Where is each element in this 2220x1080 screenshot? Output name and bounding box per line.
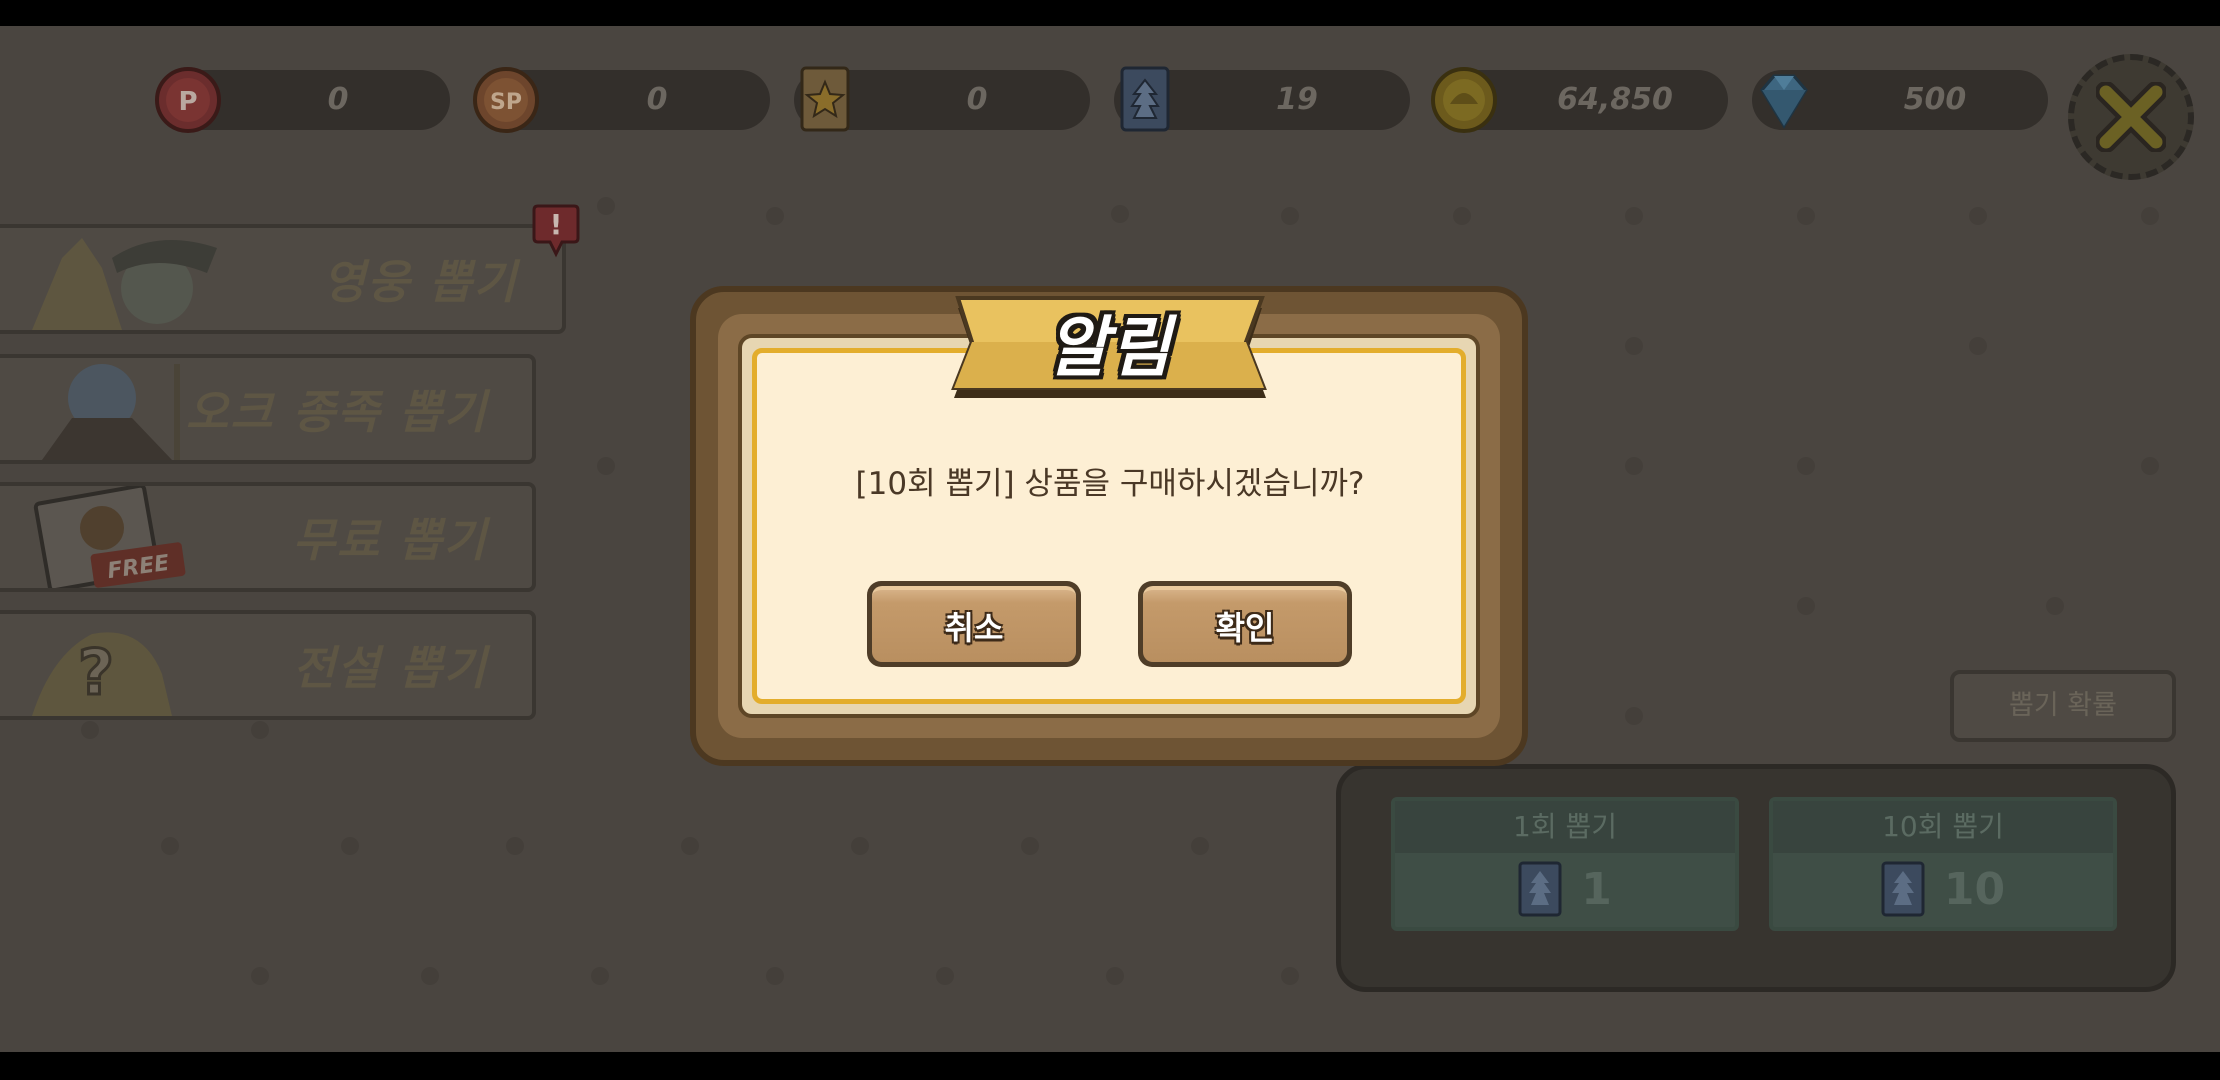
draw-ten-cost-value: 10 — [1943, 863, 2006, 915]
p-point-value: 0 — [327, 82, 349, 117]
menu-legend-draw[interactable]: ? 전설 뽑기 — [0, 610, 536, 720]
star-ticket-value: 0 — [966, 82, 988, 117]
dialog-title-ribbon: 알림 — [950, 292, 1270, 402]
orc-character-art — [42, 364, 180, 460]
draw-ten-cost: 10 — [1773, 861, 2113, 921]
star-ticket-icon — [800, 66, 850, 132]
menu-legend-draw-label: 전설 뽑기 — [292, 641, 488, 695]
menu-orc-race-draw-label: 오크 종족 뽑기 — [186, 385, 488, 439]
diamond-value: 500 — [1903, 82, 1967, 117]
dialog-message: [10회 뽑기] 상품을 구매하시겠습니까? — [855, 466, 1365, 502]
mystery-character-art: ? — [32, 632, 172, 716]
draw-ticket-icon — [1518, 861, 1562, 917]
cancel-button[interactable]: 취소 — [867, 581, 1081, 667]
menu-hero-draw[interactable]: 영웅 뽑기 — [0, 224, 566, 334]
menu-free-draw-label: 무료 뽑기 — [292, 513, 488, 567]
menu-orc-race-draw[interactable]: 오크 종족 뽑기 — [0, 354, 536, 464]
draw-ticket-value: 19 — [1276, 82, 1318, 117]
gold-value: 64,850 — [1557, 82, 1673, 117]
draw-odds-button[interactable]: 뽑기 확률 — [1950, 670, 2176, 742]
currency-draw-ticket: 19 — [1114, 66, 1410, 132]
close-icon — [2096, 82, 2166, 152]
currency-diamond: 500 — [1752, 70, 2048, 130]
confirm-button[interactable]: 확인 — [1138, 581, 1352, 667]
free-card-art: FREE — [33, 486, 186, 588]
draw-ticket-icon — [1881, 861, 1925, 917]
draw-options-panel: 1회 뽑기 1 10회 뽑기 10 — [1336, 764, 2176, 992]
draw-once-cost: 1 — [1395, 861, 1735, 921]
currency-gold: 64,850 — [1431, 67, 1728, 133]
svg-text:P: P — [178, 87, 197, 117]
currency-sp-point: SP 0 — [473, 67, 770, 133]
alert-badge: ! — [532, 202, 580, 258]
draw-ten-button[interactable]: 10회 뽑기 10 — [1769, 797, 2117, 931]
diamond-icon — [1760, 74, 1808, 129]
hero-characters-art — [32, 238, 217, 330]
sp-coin-icon: SP — [473, 67, 539, 133]
alert-mark: ! — [549, 208, 563, 241]
p-coin-icon: P — [155, 67, 221, 133]
draw-once-cost-value: 1 — [1581, 863, 1612, 915]
close-button[interactable] — [2068, 54, 2194, 180]
gold-coin-icon — [1431, 67, 1497, 133]
menu-free-draw[interactable]: FREE 무료 뽑기 — [0, 482, 536, 592]
letterbox-bottom — [0, 1052, 2220, 1080]
dialog-title: 알림 — [1047, 309, 1173, 386]
confirm-button-label: 확인 — [1143, 586, 1347, 662]
letterbox-top — [0, 0, 2220, 26]
currency-star-ticket: 0 — [794, 66, 1090, 132]
svg-text:?: ? — [78, 636, 114, 709]
sp-point-value: 0 — [646, 82, 668, 117]
currency-p-point: P 0 — [155, 67, 450, 133]
draw-once-button[interactable]: 1회 뽑기 1 — [1391, 797, 1739, 931]
draw-ten-title: 10회 뽑기 — [1773, 801, 2113, 853]
draw-once-title: 1회 뽑기 — [1395, 801, 1735, 853]
draw-ticket-icon — [1120, 66, 1170, 132]
menu-hero-draw-label: 영웅 뽑기 — [322, 255, 518, 309]
svg-text:SP: SP — [490, 90, 522, 115]
cancel-button-label: 취소 — [872, 586, 1076, 662]
